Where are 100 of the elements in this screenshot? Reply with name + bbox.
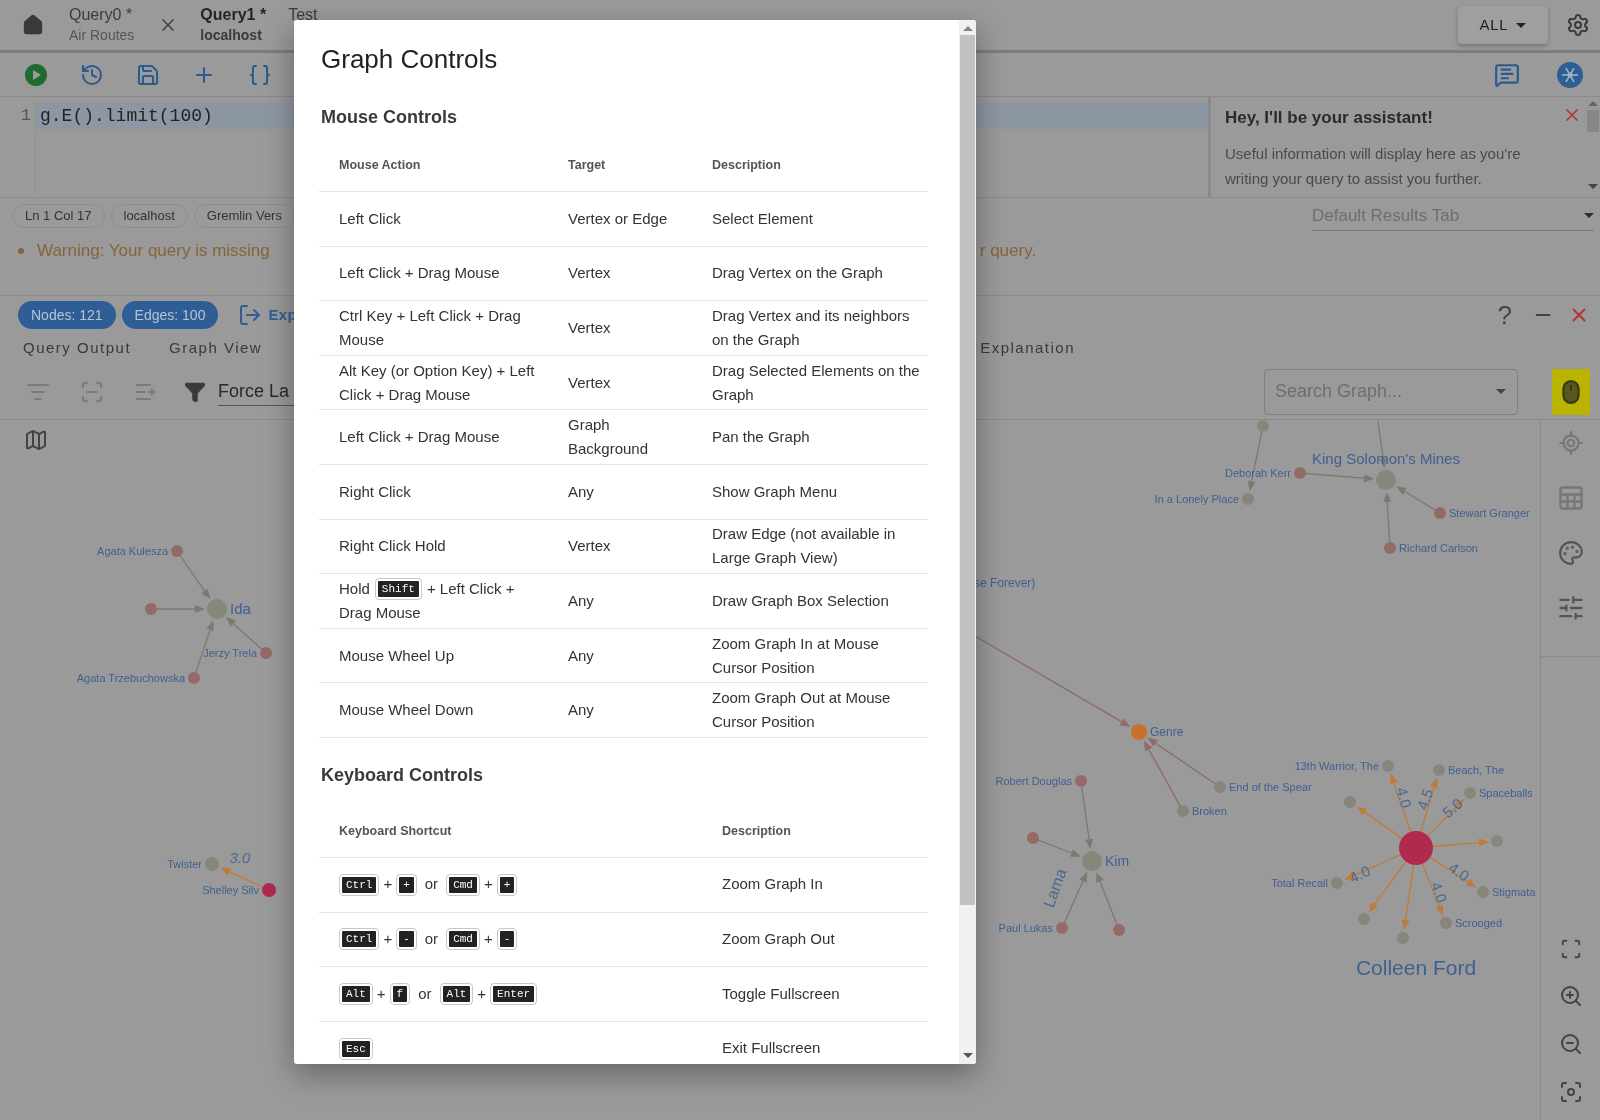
assistant-title: Hey, I'll be your assistant! bbox=[1225, 107, 1433, 129]
shortcut-separator: + bbox=[383, 929, 393, 950]
run-icon[interactable] bbox=[24, 62, 48, 87]
graph-node[interactable] bbox=[145, 603, 157, 615]
target-cell-text: Vertex bbox=[567, 263, 612, 284]
graph-node[interactable] bbox=[1477, 886, 1489, 898]
graph-node[interactable] bbox=[1331, 877, 1343, 889]
sliders-icon[interactable] bbox=[1556, 594, 1585, 622]
column-header: Target bbox=[567, 157, 607, 175]
graph-node[interactable] bbox=[188, 672, 200, 684]
scrollbar-thumb[interactable] bbox=[960, 35, 975, 905]
node-label: Colleen Ford bbox=[1355, 956, 1477, 979]
history-icon[interactable] bbox=[80, 62, 104, 87]
graph-node[interactable] bbox=[1027, 832, 1039, 844]
help-button[interactable]: ? bbox=[1497, 295, 1512, 335]
map-icon[interactable] bbox=[24, 428, 48, 452]
description-cell-text: Draw Edge (not available in Large Graph View) bbox=[711, 524, 897, 569]
zoom-out-icon[interactable] bbox=[1558, 1032, 1583, 1056]
graph-node[interactable] bbox=[1376, 470, 1396, 490]
palette-icon[interactable] bbox=[1557, 540, 1584, 566]
node-label: Genre bbox=[1150, 725, 1184, 740]
caret-icon bbox=[1496, 388, 1506, 394]
scrollbar[interactable] bbox=[959, 20, 976, 1064]
graph-node[interactable] bbox=[1177, 805, 1189, 817]
column-header: Keyboard Shortcut bbox=[338, 823, 453, 841]
graph-node[interactable] bbox=[1434, 507, 1446, 519]
graph-node[interactable] bbox=[1075, 775, 1087, 787]
table-icon[interactable] bbox=[1556, 484, 1585, 512]
graph-node[interactable] bbox=[207, 599, 227, 619]
select-area-icon[interactable] bbox=[80, 379, 104, 404]
braces-icon[interactable] bbox=[248, 62, 272, 87]
caret-icon bbox=[1516, 22, 1527, 28]
graph-node[interactable] bbox=[1384, 542, 1396, 554]
graph-node[interactable] bbox=[1113, 924, 1125, 936]
export-icon bbox=[238, 303, 263, 327]
graph-node[interactable] bbox=[1131, 724, 1147, 740]
scope-dropdown[interactable]: ALL bbox=[1458, 6, 1548, 44]
graph-node[interactable] bbox=[1433, 764, 1445, 776]
description-cell-text: Zoom Graph Out bbox=[721, 929, 836, 950]
graph-node[interactable] bbox=[1491, 835, 1503, 847]
edge-label: 3.0 bbox=[229, 849, 251, 866]
graph-node[interactable] bbox=[1440, 917, 1452, 929]
node-label: Spaceballs bbox=[1479, 786, 1533, 799]
target-cell-text: Vertex or Edge bbox=[567, 208, 669, 229]
target-cell-text: Vertex bbox=[567, 372, 612, 393]
shortcut-separator: + bbox=[376, 983, 386, 1004]
node-label: Agata Kulesza bbox=[97, 544, 168, 557]
section-title: Mouse Controls bbox=[321, 105, 458, 129]
graph-node[interactable] bbox=[1056, 922, 1068, 934]
graph-node[interactable] bbox=[1464, 787, 1476, 799]
graph-node[interactable] bbox=[1257, 420, 1269, 432]
network-icon[interactable] bbox=[1556, 60, 1584, 89]
funnel-icon[interactable] bbox=[184, 380, 206, 403]
graph-node[interactable] bbox=[171, 545, 183, 557]
node-label: Deborah Kerr bbox=[1224, 466, 1291, 479]
target-cell-text: Any bbox=[567, 481, 595, 502]
bullet-icon bbox=[18, 248, 24, 254]
mouse-action: Hold bbox=[339, 578, 370, 599]
description-cell-text: Drag Selected Elements on the Graph bbox=[711, 360, 921, 405]
graph-node[interactable] bbox=[1397, 932, 1409, 944]
fullscreen-icon[interactable] bbox=[1559, 938, 1582, 960]
node-label: Total Recall bbox=[1271, 876, 1328, 889]
graph-node[interactable] bbox=[1399, 831, 1433, 865]
graph-node[interactable] bbox=[1294, 467, 1306, 479]
focus-icon[interactable] bbox=[1558, 1080, 1583, 1104]
result-tab[interactable]: Explanation bbox=[980, 334, 1076, 364]
mouse-action: Mouse Wheel Down bbox=[339, 700, 474, 721]
save-icon[interactable] bbox=[136, 62, 160, 87]
target-cell-text: Vertex bbox=[567, 318, 612, 338]
graph-node[interactable] bbox=[1242, 493, 1254, 505]
graph-node[interactable] bbox=[1382, 760, 1394, 772]
graph-node[interactable] bbox=[262, 883, 276, 897]
key-cap: Shift bbox=[375, 578, 421, 599]
graph-node[interactable] bbox=[1344, 796, 1356, 808]
key-cap: + bbox=[397, 874, 416, 895]
column-header: Mouse Action bbox=[338, 157, 422, 175]
node-label: In a Lonely Place bbox=[1154, 492, 1239, 505]
query-tab[interactable]: Query1 * localhost bbox=[200, 5, 267, 45]
zoom-in-icon[interactable] bbox=[1558, 984, 1583, 1008]
warning-message: r query. bbox=[979, 240, 1037, 263]
mouse-action: Left Click + Drag Mouse bbox=[339, 427, 500, 448]
shortcut-separator: + bbox=[477, 983, 487, 1004]
mouse-controls-button[interactable] bbox=[1552, 368, 1590, 415]
home-icon[interactable] bbox=[22, 14, 44, 36]
query-tab[interactable]: Query0 * Air Routes bbox=[69, 5, 179, 45]
graph-node[interactable] bbox=[1358, 913, 1370, 925]
mouse-action: Left Click + Drag Mouse bbox=[339, 263, 500, 284]
graph-node[interactable] bbox=[1214, 781, 1226, 793]
key-cap: Cmd bbox=[447, 874, 479, 895]
description-cell-text: Zoom Graph In bbox=[721, 874, 824, 895]
graph-node[interactable] bbox=[1082, 851, 1102, 871]
settings-icon[interactable] bbox=[1566, 13, 1590, 37]
result-tab[interactable]: Query Output bbox=[23, 334, 132, 364]
graph-node[interactable] bbox=[205, 857, 219, 871]
result-tab[interactable]: Graph View bbox=[169, 334, 263, 364]
key-cap: + bbox=[497, 874, 517, 895]
graph-node[interactable] bbox=[260, 647, 272, 659]
chat-icon[interactable] bbox=[1494, 61, 1520, 88]
node-label: Jerzy Trela bbox=[203, 646, 257, 659]
locate-icon[interactable] bbox=[1557, 430, 1584, 456]
